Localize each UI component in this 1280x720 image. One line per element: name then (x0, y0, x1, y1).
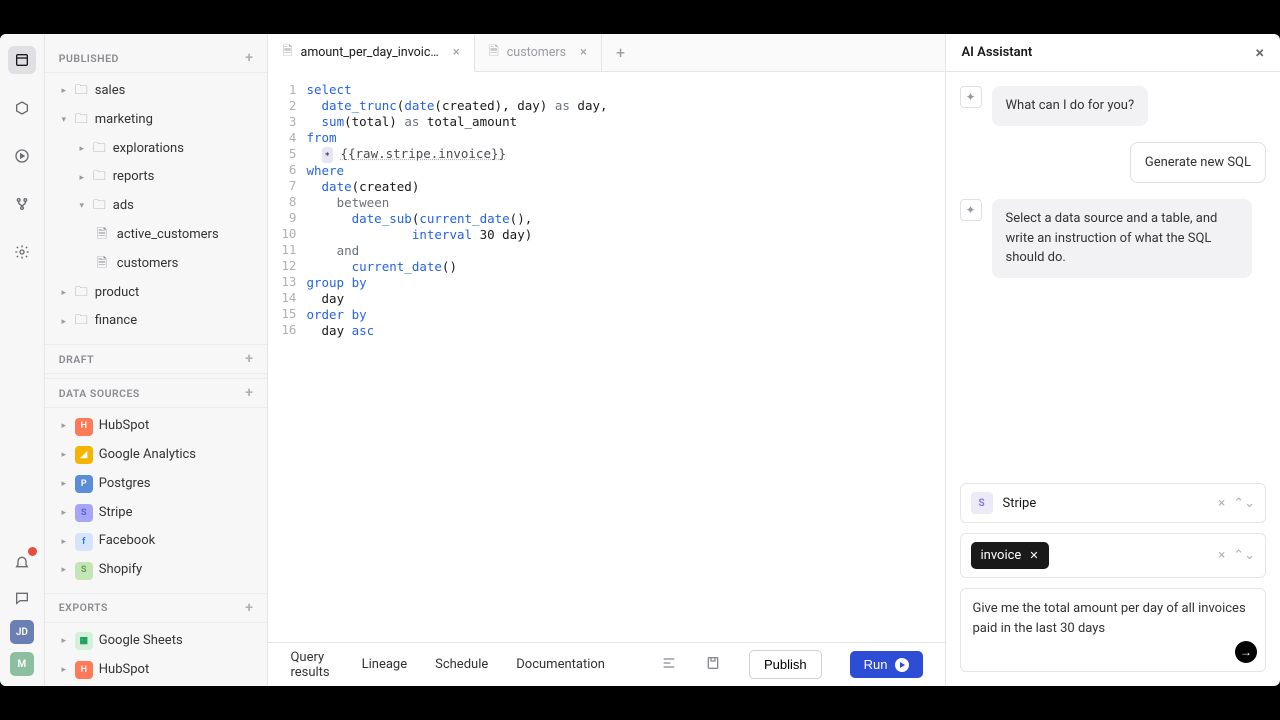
tree-active-customers[interactable]: 🗎active_customers (45, 221, 268, 250)
ai-close-icon[interactable]: × (1256, 43, 1265, 62)
section-draft: DRAFT+ (45, 344, 268, 374)
ai-panel: AI Assistant× ✦ What can I do for you? G… (946, 34, 1280, 686)
btab-query-results[interactable]: Query results (290, 650, 333, 680)
ds-postgres[interactable]: ▸PPostgres (45, 470, 268, 499)
play-icon (895, 658, 909, 672)
send-button[interactable] (1235, 641, 1257, 663)
editor-tabs: 🗎amount_per_day_invoic…× 🗎customers× + (268, 34, 944, 72)
run-button[interactable]: Run (850, 651, 923, 678)
datasource-selector[interactable]: S Stripe ×⌃⌄ (960, 483, 1267, 523)
rail-chat-icon[interactable] (8, 584, 36, 612)
tree-sales[interactable]: ▸🗀sales (45, 77, 268, 106)
rail-play-icon[interactable] (8, 142, 36, 170)
tree-reports[interactable]: ▸🗀reports (45, 163, 268, 192)
ds-stripe[interactable]: ▸SStripe (45, 499, 268, 528)
section-exports: EXPORTS+ (45, 593, 268, 623)
tab-amount-per-day[interactable]: 🗎amount_per_day_invoic…× (268, 35, 474, 72)
save-icon[interactable] (705, 655, 721, 675)
tab-close-icon[interactable]: × (453, 45, 460, 60)
rail-branch-icon[interactable] (8, 190, 36, 218)
table-chip: invoice✕ (971, 542, 1049, 569)
section-datasources: DATA SOURCES+ (45, 378, 268, 408)
editor-area: 🗎amount_per_day_invoic…× 🗎customers× + 1… (268, 34, 945, 686)
ds-shopify[interactable]: ▸SShopify (45, 556, 268, 585)
tree-customers[interactable]: 🗎customers (45, 250, 268, 279)
tab-new[interactable]: + (602, 34, 639, 71)
rail-notification-icon[interactable] (8, 548, 36, 576)
tab-close-icon[interactable]: × (580, 45, 587, 60)
ai-greeting: What can I do for you? (992, 86, 1149, 126)
btab-lineage[interactable]: Lineage (362, 657, 408, 672)
export-hubspot[interactable]: ▸HHubSpot (45, 656, 268, 685)
bot-icon: ✦ (960, 86, 982, 108)
rail-hex-icon[interactable] (8, 94, 36, 122)
code-content: select date_trunc(date(created), day) as… (306, 82, 944, 642)
section-published: PUBLISHED+ (45, 44, 268, 73)
add-published-icon[interactable]: + (245, 50, 253, 66)
nav-rail: JD M (0, 34, 45, 686)
tree-finance[interactable]: ▸🗀finance (45, 307, 268, 336)
ai-instruction: Select a data source and a table, and wr… (992, 199, 1252, 278)
format-icon[interactable] (661, 655, 677, 675)
rail-settings-icon[interactable] (8, 238, 36, 266)
ds-google-analytics[interactable]: ▸◢Google Analytics (45, 441, 268, 470)
export-google-sheets[interactable]: ▸▦Google Sheets (45, 627, 268, 656)
dropdown-icon[interactable]: ⌃⌄ (1233, 548, 1255, 563)
tree-ads[interactable]: ▾🗀ads (45, 192, 268, 221)
bot-icon: ✦ (960, 199, 982, 221)
clear-icon[interactable]: × (1218, 548, 1225, 563)
rail-explorer-icon[interactable] (8, 46, 36, 74)
table-selector[interactable]: invoice✕ × ⌃⌄ (960, 533, 1267, 578)
chip-remove-icon[interactable]: ✕ (1029, 549, 1038, 562)
avatar-jd[interactable]: JD (10, 620, 34, 644)
btab-documentation[interactable]: Documentation (516, 657, 605, 672)
ds-hubspot[interactable]: ▸HHubSpot (45, 412, 268, 441)
add-draft-icon[interactable]: + (245, 351, 253, 367)
bottom-bar: Query results Lineage Schedule Documenta… (268, 642, 944, 686)
add-export-icon[interactable]: + (245, 600, 253, 616)
tab-customers[interactable]: 🗎customers× (475, 34, 602, 71)
tree-marketing[interactable]: ▾🗀marketing (45, 106, 268, 135)
avatar-m[interactable]: M (10, 652, 34, 676)
tree-explorations[interactable]: ▸🗀explorations (45, 135, 268, 164)
generate-sql-button[interactable]: Generate new SQL (1130, 142, 1266, 184)
clear-icon[interactable]: × (1218, 496, 1225, 511)
stripe-mini-icon: S (971, 492, 993, 514)
ai-prompt-input[interactable]: Give me the total amount per day of all … (960, 588, 1267, 672)
publish-button[interactable]: Publish (749, 650, 822, 679)
ds-facebook[interactable]: ▸fFacebook (45, 527, 268, 556)
btab-schedule[interactable]: Schedule (435, 657, 488, 672)
sidebar: PUBLISHED+ ▸🗀sales ▾🗀marketing ▸🗀explora… (45, 34, 269, 686)
export-excel[interactable]: ▸XExcel (45, 685, 268, 686)
add-datasource-icon[interactable]: + (245, 385, 253, 401)
tree-product[interactable]: ▸🗀product (45, 279, 268, 308)
dropdown-icon[interactable]: ⌃⌄ (1233, 496, 1255, 511)
ai-header: AI Assistant× (946, 34, 1280, 72)
code-editor[interactable]: 12345678910111213141516 select date_trun… (268, 72, 944, 642)
